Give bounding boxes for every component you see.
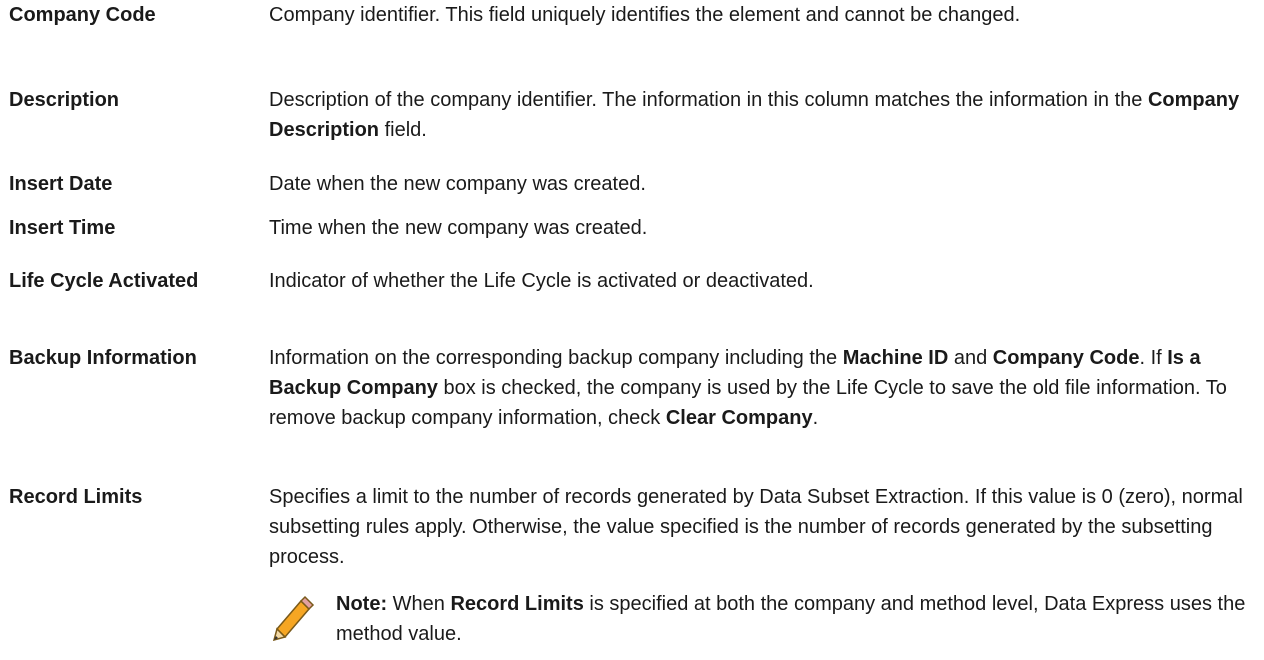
term: Description (9, 89, 120, 111)
term: Insert Date (9, 173, 113, 195)
term: Life Cycle Activated (9, 270, 199, 292)
definition: Specifies a limit to the number of recor… (269, 486, 1243, 568)
bold-term: Machine ID (842, 347, 949, 369)
bold-term: Company Code (992, 347, 1140, 369)
note-text: Note: When Record Limits is specified at… (336, 593, 1246, 645)
bold-term: Company Description (269, 89, 1240, 141)
definition: Time when the new company was created. (269, 217, 648, 239)
pencil-icon (272, 595, 315, 641)
term: Backup Information (9, 347, 197, 369)
definition: Information on the corresponding backup … (269, 347, 1227, 429)
term: Company Code (9, 4, 156, 26)
bold-term: Record Limits (450, 593, 584, 615)
term: Insert Time (9, 217, 116, 239)
definition: Indicator of whether the Life Cycle is a… (269, 270, 814, 292)
bold-term: Note: (336, 593, 388, 615)
definition: Company identifier. This field uniquely … (269, 4, 1021, 26)
definition: Date when the new company was created. (269, 173, 646, 195)
bold-term: Clear Company (665, 407, 813, 429)
term: Record Limits (9, 486, 143, 508)
definition: Description of the company identifier. T… (269, 89, 1240, 141)
